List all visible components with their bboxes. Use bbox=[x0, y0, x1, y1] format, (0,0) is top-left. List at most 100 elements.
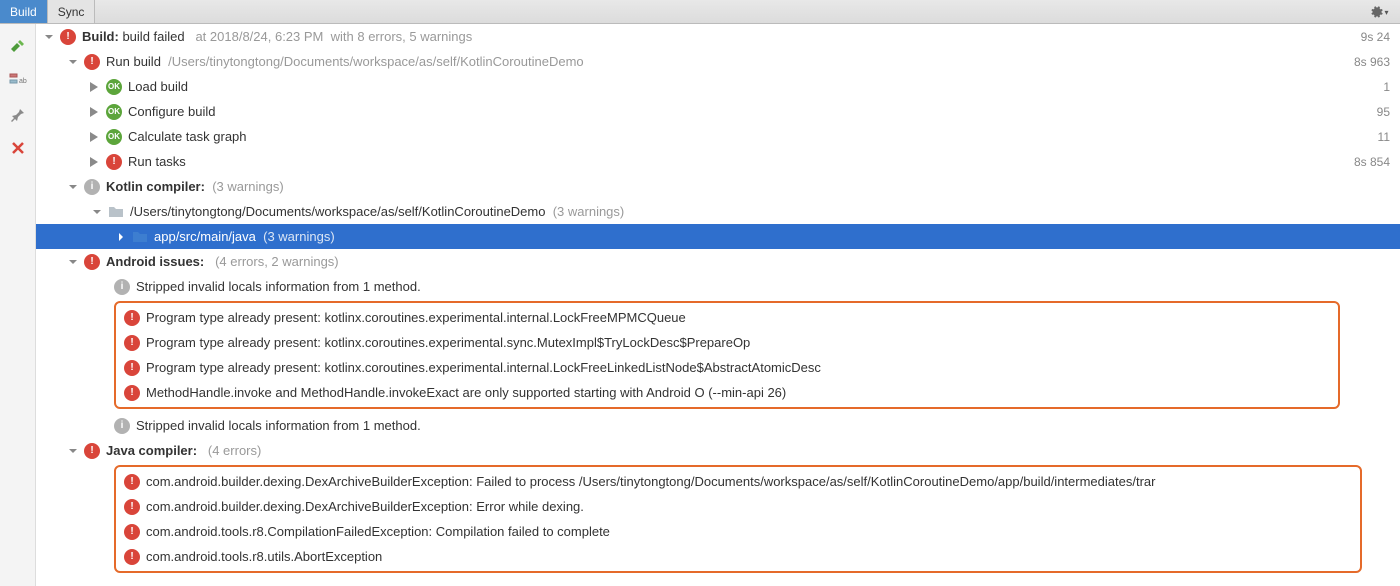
play-icon bbox=[90, 107, 98, 117]
gear-icon[interactable]: ▾ bbox=[1362, 0, 1396, 24]
kotlin-path: /Users/tinytongtong/Documents/workspace/… bbox=[130, 204, 545, 219]
run-build-path: /Users/tinytongtong/Documents/workspace/… bbox=[168, 54, 583, 69]
play-icon bbox=[90, 157, 98, 167]
toggle-view-icon[interactable]: ab bbox=[8, 70, 28, 90]
left-toolbar: ab bbox=[0, 24, 36, 586]
android-stripped-2: Stripped invalid locals information from… bbox=[136, 418, 421, 433]
info-icon: i bbox=[114, 279, 130, 295]
run-build-row[interactable]: ! Run build /Users/tinytongtong/Document… bbox=[36, 49, 1400, 74]
run-build-time: 8s 963 bbox=[1354, 55, 1390, 69]
chevron-down-icon[interactable] bbox=[66, 255, 80, 269]
run-tasks-time: 8s 854 bbox=[1354, 155, 1390, 169]
kotlin-subpath-summary: (3 warnings) bbox=[263, 229, 335, 244]
build-label: Build: bbox=[82, 29, 119, 44]
play-icon bbox=[90, 132, 98, 142]
java-errors-box: ! com.android.builder.dexing.DexArchiveBu… bbox=[114, 465, 1362, 573]
android-stripped-1-row[interactable]: i Stripped invalid locals information fr… bbox=[36, 274, 1400, 299]
kotlin-path-summary: (3 warnings) bbox=[553, 204, 625, 219]
chevron-down-icon[interactable] bbox=[66, 180, 80, 194]
tab-bar: Build Sync ▾ bbox=[0, 0, 1400, 24]
error-icon: ! bbox=[124, 310, 140, 326]
android-issues-row[interactable]: ! Android issues: (4 errors, 2 warnings) bbox=[36, 249, 1400, 274]
run-tasks-row[interactable]: ! Run tasks 8s 854 bbox=[36, 149, 1400, 174]
chevron-right-icon[interactable] bbox=[114, 230, 128, 244]
run-tasks-label: Run tasks bbox=[128, 154, 186, 169]
android-errors-box: ! Program type already present: kotlinx.c… bbox=[114, 301, 1340, 409]
configure-build-row[interactable]: OK Configure build 95 bbox=[36, 99, 1400, 124]
build-tree: ! Build: build failed at 2018/8/24, 6:23… bbox=[36, 24, 1400, 586]
android-err-2: Program type already present: kotlinx.co… bbox=[146, 335, 750, 350]
android-err-1-row[interactable]: !Program type already present: kotlinx.c… bbox=[116, 305, 1338, 330]
error-icon: ! bbox=[124, 499, 140, 515]
kotlin-path-row[interactable]: /Users/tinytongtong/Documents/workspace/… bbox=[36, 199, 1400, 224]
android-err-3-row[interactable]: ! Program type already present: kotlinx.c… bbox=[116, 355, 1338, 380]
java-err-1: com.android.builder.dexing.DexArchiveBui… bbox=[146, 474, 1155, 489]
kotlin-subpath-row[interactable]: app/src/main/java (3 warnings) bbox=[36, 224, 1400, 249]
svg-text:ab: ab bbox=[19, 78, 27, 85]
build-header-row[interactable]: ! Build: build failed at 2018/8/24, 6:23… bbox=[36, 24, 1400, 49]
build-timestamp: at 2018/8/24, 6:23 PM bbox=[195, 29, 323, 44]
java-summary: (4 errors) bbox=[208, 443, 261, 458]
load-build-row[interactable]: OK Load build 1 bbox=[36, 74, 1400, 99]
tab-build[interactable]: Build bbox=[0, 0, 48, 23]
folder-open-icon bbox=[132, 230, 148, 244]
error-icon: ! bbox=[124, 549, 140, 565]
kotlin-compiler-row[interactable]: i Kotlin compiler: (3 warnings) bbox=[36, 174, 1400, 199]
run-build-label: Run build bbox=[106, 54, 161, 69]
load-build-label: Load build bbox=[128, 79, 188, 94]
chevron-down-icon[interactable] bbox=[66, 444, 80, 458]
build-time: 9s 24 bbox=[1361, 30, 1390, 44]
configure-build-time: 95 bbox=[1377, 105, 1390, 119]
android-summary: (4 errors, 2 warnings) bbox=[215, 254, 339, 269]
hammer-icon[interactable] bbox=[8, 36, 28, 56]
pin-icon[interactable] bbox=[8, 104, 28, 124]
info-icon: i bbox=[114, 418, 130, 434]
java-err-2-row[interactable]: ! com.android.builder.dexing.DexArchiveBu… bbox=[116, 494, 1360, 519]
android-err-4: MethodHandle.invoke and MethodHandle.inv… bbox=[146, 385, 786, 400]
error-icon: ! bbox=[124, 474, 140, 490]
error-icon: ! bbox=[84, 54, 100, 70]
java-err-3: com.android.tools.r8.CompilationFailedEx… bbox=[146, 524, 610, 539]
error-icon: ! bbox=[124, 360, 140, 376]
error-icon: ! bbox=[124, 524, 140, 540]
play-icon bbox=[90, 82, 98, 92]
error-icon: ! bbox=[106, 154, 122, 170]
android-stripped-1: Stripped invalid locals information from… bbox=[136, 279, 421, 294]
chevron-down-icon[interactable] bbox=[90, 205, 104, 219]
java-err-4-row[interactable]: ! com.android.tools.r8.utils.AbortExcepti… bbox=[116, 544, 1360, 569]
error-icon: ! bbox=[60, 29, 76, 45]
java-err-1-row[interactable]: ! com.android.builder.dexing.DexArchiveBu… bbox=[116, 469, 1360, 494]
kotlin-summary: (3 warnings) bbox=[212, 179, 284, 194]
configure-build-label: Configure build bbox=[128, 104, 215, 119]
tab-sync[interactable]: Sync bbox=[48, 0, 96, 23]
calc-graph-row[interactable]: OK Calculate task graph 11 bbox=[36, 124, 1400, 149]
folder-icon bbox=[108, 205, 124, 219]
kotlin-label: Kotlin compiler: bbox=[106, 179, 205, 194]
build-summary: with 8 errors, 5 warnings bbox=[331, 29, 473, 44]
java-compiler-row[interactable]: ! Java compiler: (4 errors) bbox=[36, 438, 1400, 463]
error-icon: ! bbox=[84, 443, 100, 459]
info-icon: i bbox=[84, 179, 100, 195]
java-err-2: com.android.builder.dexing.DexArchiveBui… bbox=[146, 499, 584, 514]
chevron-down-icon[interactable] bbox=[66, 55, 80, 69]
error-icon: ! bbox=[84, 254, 100, 270]
ok-icon: OK bbox=[106, 129, 122, 145]
chevron-down-icon[interactable] bbox=[42, 30, 56, 44]
calc-graph-time: 11 bbox=[1378, 130, 1390, 144]
java-label: Java compiler: bbox=[106, 443, 197, 458]
ok-icon: OK bbox=[106, 79, 122, 95]
kotlin-subpath: app/src/main/java bbox=[154, 229, 256, 244]
close-icon[interactable] bbox=[8, 138, 28, 158]
android-err-4-row[interactable]: ! MethodHandle.invoke and MethodHandle.in… bbox=[116, 380, 1338, 405]
android-err-2-row[interactable]: ! Program type already present: kotlinx.c… bbox=[116, 330, 1338, 355]
android-err-3: Program type already present: kotlinx.co… bbox=[146, 360, 821, 375]
calc-graph-label: Calculate task graph bbox=[128, 129, 247, 144]
build-status: build failed bbox=[122, 29, 184, 44]
error-icon: ! bbox=[124, 385, 140, 401]
java-err-4: com.android.tools.r8.utils.AbortExceptio… bbox=[146, 549, 382, 564]
load-build-time: 1 bbox=[1383, 80, 1390, 94]
error-icon: ! bbox=[124, 335, 140, 351]
ok-icon: OK bbox=[106, 104, 122, 120]
android-stripped-2-row[interactable]: i Stripped invalid locals information fr… bbox=[36, 413, 1400, 438]
java-err-3-row[interactable]: ! com.android.tools.r8.CompilationFailedE… bbox=[116, 519, 1360, 544]
